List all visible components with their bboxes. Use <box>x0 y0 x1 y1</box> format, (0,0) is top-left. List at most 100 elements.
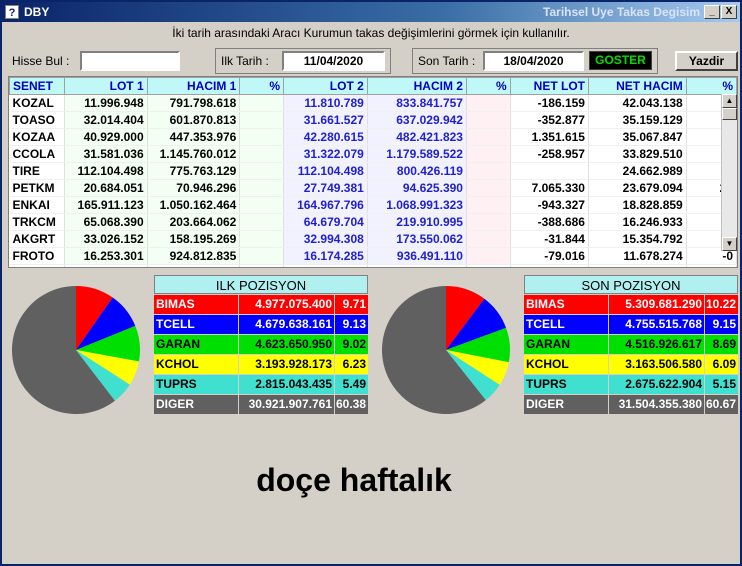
position-value: 2.815.043.435 <box>239 375 334 394</box>
table-cell <box>239 230 285 248</box>
table-scrollbar[interactable]: ▲ ▼ <box>721 94 737 251</box>
show-button[interactable]: GOSTER <box>589 51 652 70</box>
table-row[interactable]: KOZAA 40.929.000 447.353.976 42.280.615 482.… <box>9 128 737 146</box>
position-name: KCHOL <box>154 355 238 374</box>
table-cell: -79.016 <box>510 247 589 265</box>
column-header[interactable]: % <box>239 77 285 95</box>
ilk-pozisyon-title: ILK POZISYON <box>154 275 368 294</box>
position-name: BIMAS <box>524 295 608 314</box>
stock-search-input[interactable] <box>80 51 180 71</box>
position-row: TCELL 4.679.638.161 9.13 <box>154 315 368 334</box>
total-cell: 100,00 <box>466 264 511 267</box>
table-row[interactable]: FROTO 16.253.301 924.812.835 16.174.285 936.… <box>9 247 737 265</box>
table-cell: 23.679.094 <box>588 179 687 197</box>
column-header[interactable]: LOT 1 <box>63 77 148 95</box>
table-row[interactable]: CCOLA 31.581.036 1.145.760.012 31.322.079 1.… <box>9 145 737 163</box>
table-cell: 11.810.789 <box>283 94 368 112</box>
ilk-pozisyon-table: ILK POZISYON BIMAS 4.977.075.400 9.71 TCELL… <box>154 275 368 414</box>
total-cell <box>588 264 687 267</box>
search-label: Hisse Bul : <box>12 54 70 68</box>
table-row[interactable]: ENKAI 165.911.123 1.050.162.464 164.967.796… <box>9 196 737 214</box>
table-cell <box>466 230 511 248</box>
table-row[interactable]: KOZAL 11.996.948 791.798.618 11.810.789 833.… <box>9 94 737 112</box>
ilk-pozisyon-pie-chart <box>11 286 140 414</box>
position-value: 4.977.075.400 <box>239 295 334 314</box>
position-row: TUPRS 2.675.622.904 5.15 <box>524 375 738 394</box>
table-row[interactable]: AKGRT 33.026.152 158.195.269 32.994.308 173.… <box>9 230 737 248</box>
column-header[interactable]: % <box>465 77 511 95</box>
end-date-input[interactable]: 18/04/2020 <box>483 51 584 71</box>
table-cell <box>239 196 285 214</box>
table-cell: 775.763.129 <box>147 162 241 180</box>
position-row: TUPRS 2.815.043.435 5.49 <box>154 375 368 394</box>
table-row[interactable]: PETKM 20.684.051 70.946.296 27.749.381 94.62… <box>9 179 737 197</box>
table-cell <box>239 179 285 197</box>
column-header[interactable]: % <box>685 77 737 95</box>
table-cell: 482.421.823 <box>367 128 467 146</box>
table-cell: 11.678.274 <box>588 247 687 265</box>
scroll-thumb[interactable] <box>722 108 737 120</box>
table-cell: 1.145.760.012 <box>147 145 241 163</box>
table-cell: 7.065.330 <box>510 179 589 197</box>
position-name: TUPRS <box>154 375 238 394</box>
table-cell: 112.104.498 <box>64 162 148 180</box>
table-cell: 42.043.138 <box>588 94 687 112</box>
column-header[interactable]: NET HACIM <box>587 77 687 95</box>
position-name: DIGER <box>524 395 608 414</box>
column-header[interactable]: NET LOT <box>509 77 589 95</box>
column-header[interactable]: LOT 2 <box>283 77 368 95</box>
position-row: GARAN 4.623.650.950 9.02 <box>154 335 368 354</box>
table-cell: 173.550.062 <box>367 230 467 248</box>
start-date-label: Ilk Tarih : <box>221 54 269 68</box>
table-cell: 924.812.835 <box>147 247 241 265</box>
scroll-down-arrow-icon[interactable]: ▼ <box>722 237 737 251</box>
table-cell: 33.026.152 <box>64 230 148 248</box>
table-cell: -186.159 <box>510 94 589 112</box>
position-name: TCELL <box>154 315 238 334</box>
table-cell: 32.014.404 <box>64 111 148 129</box>
total-cell: 5.827.413.118 <box>64 264 148 267</box>
position-name: KCHOL <box>524 355 608 374</box>
stock-symbol-cell: KOZAA <box>9 128 65 146</box>
app-icon[interactable]: ? <box>5 5 19 19</box>
close-button[interactable]: X <box>721 5 737 19</box>
table-cell: 219.910.995 <box>367 213 467 231</box>
start-date-input[interactable]: 11/04/2020 <box>282 51 385 71</box>
table-row[interactable]: TIRE 112.104.498 775.763.129 112.104.498 800… <box>9 162 737 180</box>
print-button[interactable]: Yazdir <box>675 51 738 71</box>
position-percent: 6.09 <box>705 355 738 374</box>
column-header[interactable]: HACIM 1 <box>146 77 241 95</box>
column-header[interactable]: SENET <box>9 77 65 95</box>
table-cell: -388.686 <box>510 213 589 231</box>
table-row[interactable]: TOASO 32.014.404 601.870.813 31.661.527 637.… <box>9 111 737 129</box>
table-cell <box>239 213 285 231</box>
scroll-up-arrow-icon[interactable]: ▲ <box>722 94 737 108</box>
table-cell: 1.050.162.464 <box>147 196 241 214</box>
position-row: KCHOL 3.193.928.173 6.23 <box>154 355 368 374</box>
total-cell: 51.925.608.540 <box>367 264 467 267</box>
table-cell: 35.159.129 <box>588 111 687 129</box>
position-percent: 60.38 <box>335 395 368 414</box>
position-value: 31.504.355.380 <box>609 395 704 414</box>
position-percent: 9.15 <box>705 315 738 334</box>
table-row[interactable]: TRKCM 65.068.390 203.664.062 64.679.704 219.… <box>9 213 737 231</box>
takas-grid: SENET LOT 1 HACIM 1% LOT 2 HACIM 2% NET LOT NE… <box>9 77 737 267</box>
title-bar[interactable]: ? DBY Tarihsel Uye Takas Degisim _ X <box>2 2 740 22</box>
table-cell: -352.877 <box>510 111 589 129</box>
minimize-button[interactable]: _ <box>704 5 720 19</box>
table-cell <box>466 145 511 163</box>
takas-table[interactable]: SENET LOT 1 HACIM 1% LOT 2 HACIM 2% NET LOT NE… <box>8 76 738 268</box>
hint-text: İki tarih arasındaki Aracı Kurumun takas… <box>172 26 570 40</box>
table-cell: 18.828.859 <box>588 196 687 214</box>
total-cell: 5.778.236.477 <box>283 264 368 267</box>
total-cell: 100,00 <box>239 264 285 267</box>
position-value: 4.623.650.950 <box>239 335 334 354</box>
table-cell: 800.426.119 <box>367 162 467 180</box>
position-name: TCELL <box>524 315 608 334</box>
table-cell: 27.749.381 <box>283 179 368 197</box>
column-header[interactable]: HACIM 2 <box>366 77 467 95</box>
position-value: 2.675.622.904 <box>609 375 704 394</box>
table-cell <box>466 213 511 231</box>
position-name: GARAN <box>524 335 608 354</box>
stock-symbol-cell: FROTO <box>9 247 65 265</box>
